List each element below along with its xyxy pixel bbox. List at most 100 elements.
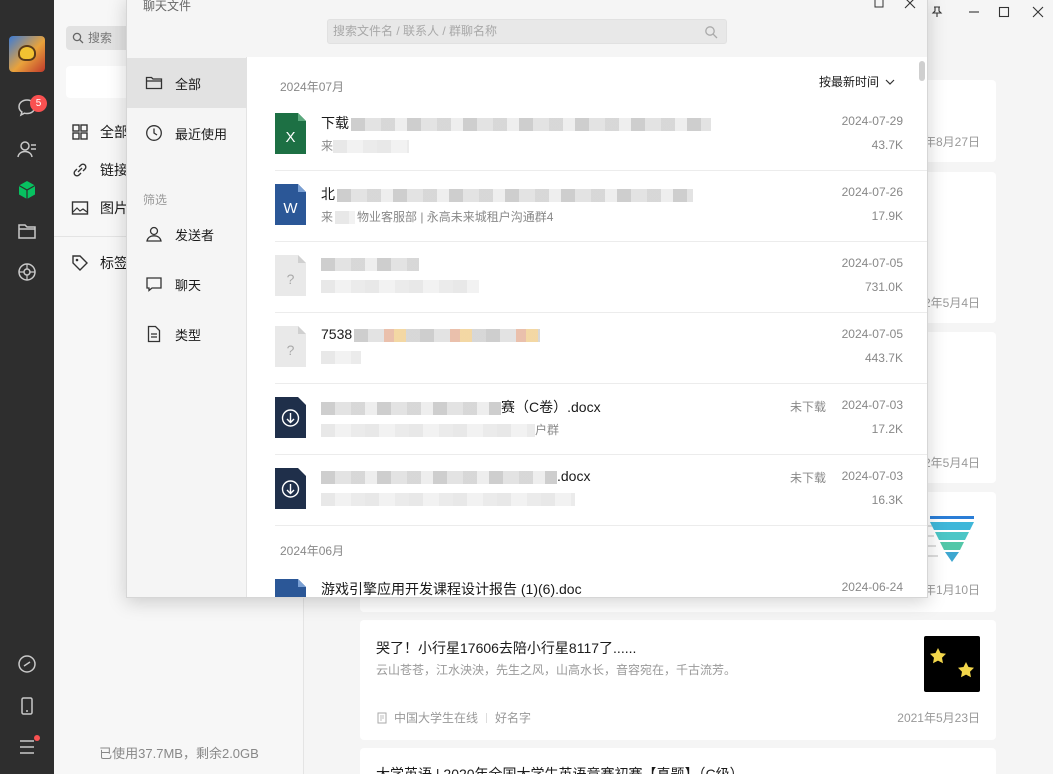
avatar[interactable] xyxy=(9,36,45,72)
grid-icon xyxy=(72,124,88,140)
article-icon xyxy=(377,712,387,723)
sidebar-item-label: 类型 xyxy=(175,327,202,343)
card-title: 哭了！小行星17606去陪小行星8117了...... xyxy=(376,640,637,656)
svg-text:?: ? xyxy=(287,271,295,287)
mini-program-icon[interactable] xyxy=(15,652,39,676)
file-search-input[interactable]: 搜索文件名 / 联系人 / 群聊名称 xyxy=(327,19,727,44)
sidebar-item-label: 发送者 xyxy=(175,227,215,243)
file-source xyxy=(321,350,361,365)
stars-thumbnail xyxy=(924,636,980,692)
word-icon: W xyxy=(275,184,306,225)
dialog-maximize-icon[interactable] xyxy=(872,0,886,11)
favorites-item-all[interactable]: 全部 xyxy=(70,120,128,144)
storage-usage: 已使用37.7MB，剩余2.0GB xyxy=(99,746,259,761)
word-icon: W xyxy=(275,579,306,598)
dialog-title: 聊天文件 xyxy=(143,0,192,13)
excel-icon: X xyxy=(275,113,306,154)
file-date: 2024-07-05 xyxy=(841,256,903,270)
funnel-thumbnail xyxy=(924,512,980,568)
file-name: 北 xyxy=(321,184,693,204)
chat-unread-badge: 5 xyxy=(30,95,47,112)
person-icon xyxy=(146,226,162,242)
file-row[interactable]: .docx 未下载 2024-07-03 16.3K xyxy=(275,455,927,526)
sort-label: 按最新时间 xyxy=(818,75,879,89)
sidebar-item-type[interactable]: 类型 xyxy=(127,309,247,359)
file-search-placeholder: 搜索文件名 / 联系人 / 群聊名称 xyxy=(333,24,498,38)
sort-dropdown[interactable]: 按最新时间 xyxy=(819,73,895,90)
card-author: 好名字 xyxy=(495,711,532,725)
chat-bubble-icon xyxy=(146,277,162,292)
file-size: 443.7K xyxy=(864,351,903,365)
moments-icon[interactable] xyxy=(15,260,39,284)
dialog-close-icon[interactable] xyxy=(903,0,917,11)
sidebar-item-label: 全部 xyxy=(175,76,202,92)
sidebar-item-all[interactable]: 全部 xyxy=(127,58,247,108)
favorites-item-label: 全部 xyxy=(100,124,128,140)
card-desc: 云山苍苍，江水泱泱，先生之风，山高水长，音容宛在，千古流芳。 xyxy=(376,663,737,677)
file-size: 43.7K xyxy=(871,138,903,152)
filter-label: 筛选 xyxy=(143,193,168,207)
file-name: 赛（C卷）.docx xyxy=(321,397,601,417)
favorites-search-placeholder: 搜索 xyxy=(88,31,113,45)
dialog-sidebar: 全部 最近使用 筛选 发送者 聊天 类型 xyxy=(127,57,247,597)
folder-icon[interactable] xyxy=(15,219,39,243)
favorites-item-links[interactable]: 链接 xyxy=(70,158,128,182)
favorites-icon[interactable] xyxy=(15,178,39,202)
search-icon xyxy=(705,26,718,39)
file-name: .docx xyxy=(321,468,590,484)
favorites-item-label: 标签 xyxy=(100,255,128,271)
file-source xyxy=(321,492,575,507)
card-date: 2年5月4日 xyxy=(923,456,980,470)
chat-files-dialog: 聊天文件 搜索文件名 / 联系人 / 群聊名称 全部 最近使用 筛选 发送者 聊… xyxy=(126,0,928,598)
favorites-item-tags[interactable]: 标签 xyxy=(70,251,128,275)
phone-icon[interactable] xyxy=(15,694,39,718)
file-list: 2024年07月 按最新时间 X 下载 来 2024-07-29 43.7K W… xyxy=(247,57,927,598)
month-header: 2024年07月 xyxy=(280,80,345,94)
file-row[interactable]: W 北 来物业客服部 | 永高未来城租户沟通群4 2024-07-26 17.9… xyxy=(275,171,927,242)
close-icon[interactable] xyxy=(1030,4,1046,20)
download-icon xyxy=(275,468,306,509)
file-row[interactable]: X 下载 来 2024-07-29 43.7K xyxy=(275,100,927,171)
sidebar-item-label: 聊天 xyxy=(175,277,202,293)
file-row[interactable]: 赛（C卷）.docx 户群 未下载 2024-07-03 17.2K xyxy=(275,384,927,455)
file-row[interactable]: ? 7538 2024-07-05 443.7K xyxy=(275,313,927,384)
svg-text:?: ? xyxy=(287,342,295,358)
contacts-icon[interactable] xyxy=(15,137,39,161)
file-name: 7538 xyxy=(321,326,541,342)
maximize-icon[interactable] xyxy=(996,4,1012,20)
card-date: 2年5月4日 xyxy=(923,296,980,310)
file-source: 来物业客服部 | 永高未来城租户沟通群4 xyxy=(321,210,554,225)
file-status: 未下载 xyxy=(789,471,826,485)
svg-text:X: X xyxy=(285,129,295,146)
file-date: 2024-07-05 xyxy=(841,327,903,341)
card-title: 大学英语 | 2020年全国大学生英语竞赛初赛【真题】（C级） xyxy=(376,766,744,774)
menu-notice-dot xyxy=(34,735,40,741)
file-row[interactable]: ? 2024-07-05 731.0K xyxy=(275,242,927,313)
file-name: 游戏引擎应用开发课程设计报告 (1)(6).doc xyxy=(321,581,582,597)
dialog-header: 聊天文件 搜索文件名 / 联系人 / 群聊名称 xyxy=(127,0,927,57)
svg-text:W: W xyxy=(283,595,298,598)
folder-icon xyxy=(145,76,163,90)
file-list-scrollbar[interactable] xyxy=(919,61,925,81)
sidebar-item-chat[interactable]: 聊天 xyxy=(127,259,247,309)
file-date: 2024-07-29 xyxy=(841,114,903,128)
favorites-item-images[interactable]: 图片 xyxy=(70,196,128,220)
file-size: 731.0K xyxy=(864,280,903,294)
tag-icon xyxy=(72,255,88,271)
sidebar-item-recent[interactable]: 最近使用 xyxy=(127,108,247,158)
file-source: 来 xyxy=(321,137,410,154)
favorite-card[interactable]: 大学英语 | 2020年全国大学生英语竞赛初赛【真题】（C级） xyxy=(360,748,996,774)
favorites-item-label: 图片 xyxy=(100,200,128,216)
pin-icon[interactable] xyxy=(929,4,945,20)
clock-icon xyxy=(146,125,162,141)
link-icon xyxy=(73,163,87,177)
month-header: 2024年06月 xyxy=(280,544,345,558)
file-source xyxy=(321,279,479,294)
sidebar-item-sender[interactable]: 发送者 xyxy=(127,209,247,259)
file-row[interactable]: W 游戏引擎应用开发课程设计报告 (1)(6).doc 2024-06-24 xyxy=(275,566,927,598)
file-date: 2024-06-24 xyxy=(841,580,903,594)
main-navbar: 5 xyxy=(0,0,54,774)
minimize-icon[interactable] xyxy=(966,4,982,20)
unknown-file-icon: ? xyxy=(275,255,306,296)
favorite-card[interactable]: 哭了！小行星17606去陪小行星8117了...... 云山苍苍，江水泱泱，先生… xyxy=(360,620,996,740)
